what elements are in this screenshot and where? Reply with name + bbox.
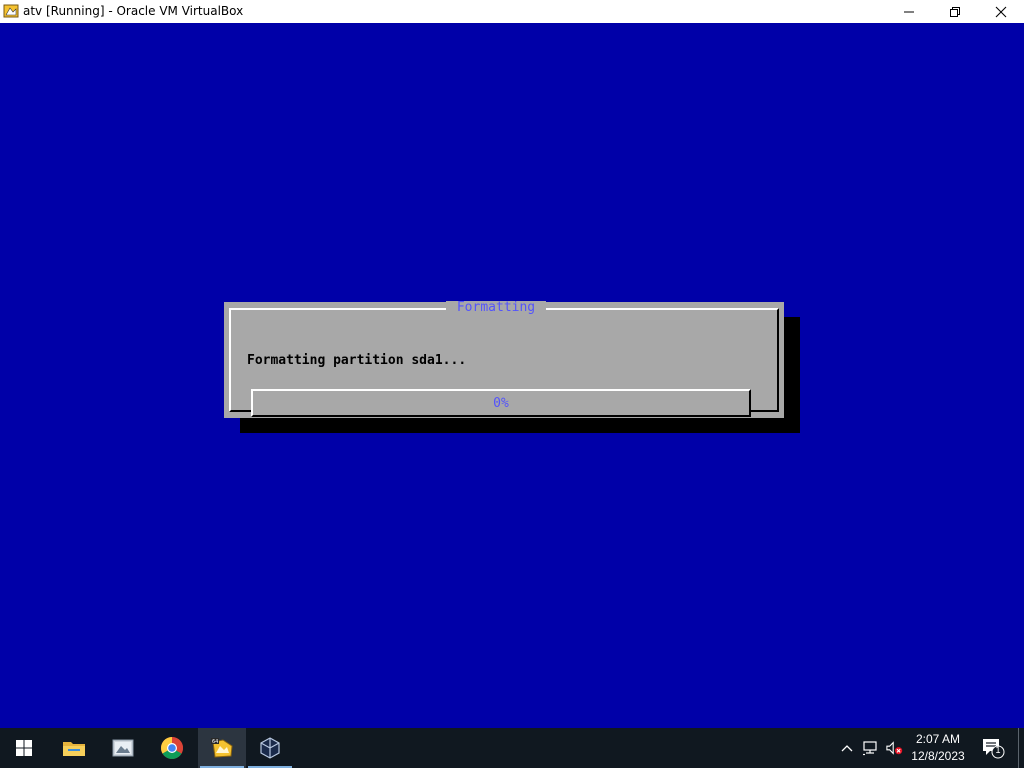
taskbar-chrome[interactable]	[148, 728, 196, 768]
dialog-title: Formatting	[446, 301, 546, 315]
restore-icon	[950, 6, 960, 17]
progress-label: 0%	[493, 396, 509, 411]
volume-muted-icon	[886, 741, 903, 755]
show-desktop-button[interactable]	[1018, 728, 1019, 768]
windows-logo-icon	[16, 740, 32, 756]
dialog-message: Formatting partition sda1...	[247, 353, 467, 368]
taskbar-virtualbox-manager[interactable]	[246, 728, 294, 768]
progress-bar: 0%	[251, 389, 751, 417]
photos-icon	[112, 739, 134, 757]
notification-icon	[983, 739, 1005, 759]
window-title: atv [Running] - Oracle VM VirtualBox	[23, 4, 244, 18]
minimize-icon	[904, 11, 914, 12]
vm-display[interactable]: Formatting Formatting partition sda1... …	[0, 23, 1024, 728]
chevron-up-icon	[841, 745, 853, 752]
virtualbox-cube-icon	[260, 737, 280, 759]
taskbar: 64 2:07 AM 12/8/2023 1	[0, 728, 1024, 768]
virtualbox-vm-icon	[3, 3, 19, 19]
action-center-button[interactable]: 1	[980, 736, 1006, 760]
virtualbox-vm-icon: 64	[211, 738, 233, 758]
show-hidden-icons-button[interactable]	[838, 739, 856, 757]
close-button[interactable]	[978, 0, 1024, 23]
start-button[interactable]	[0, 728, 48, 768]
clock-time: 2:07 AM	[915, 732, 961, 746]
network-icon	[863, 741, 877, 756]
svg-text:64: 64	[212, 739, 218, 745]
taskbar-photos[interactable]	[99, 728, 147, 768]
taskbar-file-explorer[interactable]	[50, 728, 98, 768]
system-clock[interactable]: 2:07 AM 12/8/2023	[905, 731, 971, 765]
formatting-dialog: Formatting Formatting partition sda1... …	[224, 301, 784, 418]
close-icon	[995, 6, 1007, 17]
restore-button[interactable]	[932, 0, 978, 23]
notification-count: 1	[995, 745, 1001, 755]
taskbar-virtualbox-vm[interactable]: 64	[198, 728, 246, 768]
chrome-icon	[161, 737, 183, 759]
network-tray-button[interactable]	[862, 739, 880, 757]
minimize-button[interactable]	[886, 0, 932, 23]
window-titlebar[interactable]: atv [Running] - Oracle VM VirtualBox	[0, 0, 1024, 23]
volume-tray-button[interactable]	[886, 739, 904, 757]
clock-date: 12/8/2023	[911, 749, 965, 763]
folder-icon	[63, 742, 85, 756]
